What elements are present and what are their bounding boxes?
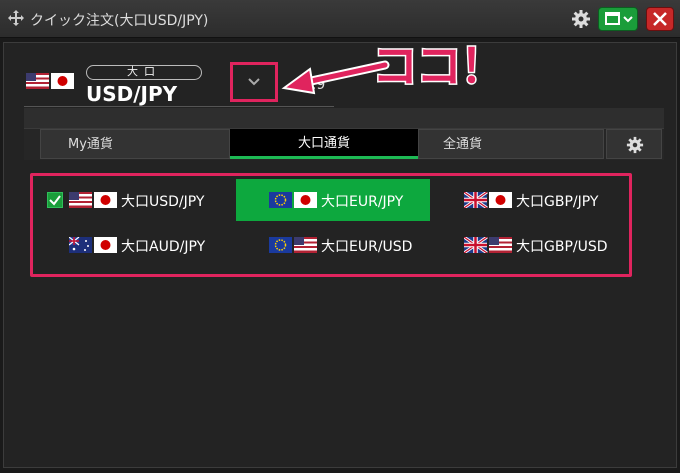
currency-item-eur-usd[interactable]: 大口EUR/USD <box>236 224 430 266</box>
pair-flag-icons <box>69 192 117 212</box>
jp-flag-icon <box>94 237 117 253</box>
jp-flag-icon <box>489 192 512 208</box>
us-flag-icon <box>26 73 49 89</box>
currency-checkbox[interactable] <box>47 192 63 208</box>
eu-flag-icon <box>269 192 292 208</box>
pair-flag-icons <box>463 190 512 212</box>
annotation-label: ココ！ <box>371 38 508 95</box>
currency-label: 大口EUR/JPY <box>321 194 404 210</box>
chevron-down-icon <box>248 78 260 86</box>
jp-flag-icon <box>294 192 317 208</box>
eu-flag-icon <box>269 237 292 253</box>
currency-item-aud-jpy[interactable]: 大口AUD/JPY <box>36 224 230 266</box>
currency-item-gbp-usd[interactable]: 大口GBP/USD <box>431 224 625 266</box>
layout-toggle-button[interactable] <box>598 7 638 31</box>
pair-flag-icons <box>269 192 317 212</box>
tab-all-currency[interactable]: 全通貨 <box>418 129 604 159</box>
close-button[interactable] <box>646 7 674 31</box>
window-title: クイック注文(大口USD/JPY) <box>30 13 209 29</box>
window-layout-icon <box>605 12 633 25</box>
currency-item-eur-jpy[interactable]: 大口EUR/JPY <box>236 179 430 221</box>
pair-flag-icons <box>463 235 512 257</box>
currency-dropdown-button[interactable] <box>230 62 278 102</box>
currency-label: 大口USD/JPY <box>121 194 205 210</box>
currency-label: 大口EUR/USD <box>321 239 413 255</box>
currency-label: 大口AUD/JPY <box>121 239 206 255</box>
currency-item-usd-jpy[interactable]: 大口USD/JPY <box>36 179 230 221</box>
au-flag-icon <box>68 236 92 253</box>
tab-label: 全通貨 <box>443 137 483 152</box>
gear-icon[interactable] <box>571 9 591 29</box>
us-flag-icon <box>294 237 317 253</box>
tab-my-currency[interactable]: My通貨 <box>40 129 230 159</box>
close-icon <box>653 12 667 26</box>
currency-label: 大口GBP/USD <box>516 239 608 255</box>
move-icon[interactable] <box>7 9 25 27</box>
tab-large-lot[interactable]: 大口通貨 <box>230 129 418 159</box>
jp-flag-icon <box>94 192 117 208</box>
gear-icon <box>626 136 644 154</box>
gb-flag-icon <box>463 190 488 210</box>
currency-selection-box: 大口USD/JPY 大口EUR/JPY 大口GBP/JPY 大口AUD/JPY <box>30 173 632 277</box>
title-bar: クイック注文(大口USD/JPY) <box>0 0 680 38</box>
currency-tabs: My通貨 大口通貨 全通貨 <box>24 108 664 160</box>
check-icon <box>49 195 61 206</box>
tab-label: My通貨 <box>68 137 113 152</box>
currency-pair-title: USD/JPY <box>86 82 178 106</box>
pair-flag-icons <box>68 236 117 257</box>
tab-label: 大口通貨 <box>297 136 350 151</box>
header-divider <box>24 106 334 107</box>
pair-flag-icons <box>26 73 74 93</box>
jp-flag-icon <box>51 73 74 89</box>
pair-flag-icons <box>269 237 317 257</box>
gb-flag-icon <box>463 235 488 255</box>
lot-type-badge: 大口 <box>86 65 202 80</box>
us-flag-icon <box>69 192 92 208</box>
us-flag-icon <box>489 237 512 253</box>
tabs-header-bar <box>24 108 664 129</box>
currency-item-gbp-jpy[interactable]: 大口GBP/JPY <box>431 179 625 221</box>
currency-label: 大口GBP/JPY <box>516 194 599 210</box>
tab-settings-button[interactable] <box>606 129 662 159</box>
